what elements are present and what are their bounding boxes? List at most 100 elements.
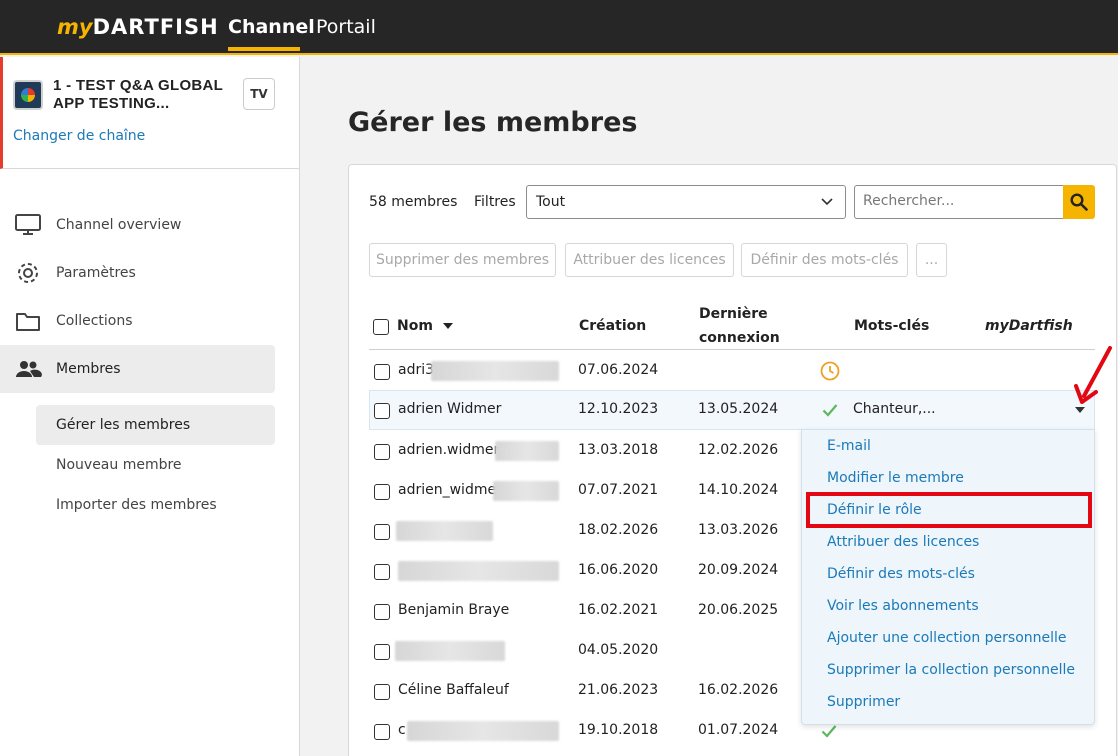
- folder-icon: [16, 313, 40, 331]
- member-created: 16.02.2021: [578, 602, 659, 618]
- redacted-name: [396, 521, 493, 541]
- row-checkbox[interactable]: [374, 444, 390, 460]
- member-name: Céline Baffaleuf: [398, 682, 509, 698]
- logo-dartfish: DARTFISH: [92, 15, 219, 39]
- change-channel-link[interactable]: Changer de chaîne: [13, 128, 145, 144]
- member-created: 07.06.2024: [578, 362, 659, 378]
- logo-my: my: [57, 15, 93, 39]
- member-created: 21.06.2023: [578, 682, 659, 698]
- member-last-login: 13.05.2024: [698, 401, 779, 417]
- member-name: c: [398, 722, 406, 738]
- check-icon: [821, 725, 837, 738]
- nav-channel[interactable]: Channel: [228, 16, 315, 38]
- row-checkbox[interactable]: [374, 364, 390, 380]
- red-arrow-annotation: [1074, 346, 1112, 404]
- sidebar-subitem-importer-membres[interactable]: Importer des membres: [36, 485, 275, 525]
- menu-item-assign-licenses[interactable]: Attribuer des licences: [827, 534, 979, 550]
- member-created: 13.03.2018: [578, 442, 659, 458]
- sidebar-item-membres[interactable]: Membres: [0, 345, 275, 393]
- sidebar-subitem-nouveau-membre[interactable]: Nouveau membre: [36, 445, 275, 485]
- row-checkbox[interactable]: [374, 403, 390, 419]
- chevron-down-icon: [821, 198, 833, 206]
- row-checkbox[interactable]: [374, 644, 390, 660]
- member-last-login: 13.03.2026: [698, 522, 779, 538]
- row-menu-caret-icon[interactable]: [1075, 407, 1085, 413]
- check-icon: [822, 404, 838, 417]
- row-checkbox[interactable]: [374, 724, 390, 740]
- channel-avatar: [13, 80, 43, 110]
- set-keywords-button[interactable]: Définir des mots-clés: [741, 243, 908, 277]
- member-name: adrien Widmer: [398, 401, 502, 417]
- people-icon: [16, 361, 42, 377]
- member-created: 12.10.2023: [578, 401, 659, 417]
- gear-icon: [18, 263, 38, 283]
- page-title: Gérer les membres: [348, 107, 638, 138]
- member-created: 07.07.2021: [578, 482, 659, 498]
- row-checkbox[interactable]: [374, 524, 390, 540]
- redacted-name: [398, 561, 559, 581]
- member-name: Benjamin Braye: [398, 602, 510, 618]
- header-divider: [369, 349, 1095, 350]
- menu-item-edit-member[interactable]: Modifier le membre: [827, 470, 964, 486]
- row-checkbox[interactable]: [374, 604, 390, 620]
- filters-label: Filtres: [474, 194, 516, 210]
- search-input[interactable]: [863, 186, 1058, 216]
- member-name: adri3: [398, 362, 435, 378]
- redacted-name: [495, 441, 559, 461]
- mydartfish-logo[interactable]: myDARTFISH: [57, 15, 219, 39]
- sidebar-item-collections[interactable]: Collections: [0, 297, 275, 345]
- highlight-box-annotation: [806, 492, 1092, 528]
- clock-icon: [820, 361, 840, 381]
- sort-desc-icon: [442, 323, 453, 329]
- member-keywords: Chanteur,...: [853, 401, 936, 417]
- select-all-checkbox[interactable]: [373, 319, 389, 335]
- member-last-login: 01.07.2024: [698, 722, 779, 738]
- row-checkbox[interactable]: [374, 684, 390, 700]
- channel-selector: 1 - TEST Q&A GLOBAL APP TESTING... TV Ch…: [0, 57, 299, 169]
- monitor-icon: [15, 214, 41, 235]
- sidebar-item-parametres[interactable]: Paramètres: [0, 249, 275, 297]
- menu-item-view-subscriptions[interactable]: Voir les abonnements: [827, 598, 979, 614]
- menu-item-email[interactable]: E-mail: [827, 438, 871, 454]
- redacted-name: [407, 721, 559, 741]
- row-checkbox[interactable]: [374, 484, 390, 500]
- assign-licenses-button[interactable]: Attribuer des licences: [565, 243, 734, 277]
- member-last-login: 14.10.2024: [698, 482, 779, 498]
- filter-select[interactable]: Tout: [526, 185, 846, 219]
- column-header-creation[interactable]: Création: [579, 314, 646, 338]
- search-icon: [1070, 193, 1088, 211]
- sidebar-item-label: Collections: [56, 313, 133, 329]
- menu-item-remove-personal-collection[interactable]: Supprimer la collection personnelle: [827, 662, 1075, 678]
- column-header-last-login-line2[interactable]: connexion: [699, 326, 780, 350]
- nav-channel-underline: [228, 47, 300, 51]
- more-actions-button[interactable]: ...: [916, 243, 947, 277]
- member-last-login: 20.06.2025: [698, 602, 779, 618]
- row-checkbox[interactable]: [374, 564, 390, 580]
- member-name: adrien_widme: [398, 482, 497, 498]
- sidebar-item-label: Membres: [56, 361, 121, 377]
- column-header-keywords: Mots-clés: [854, 318, 930, 334]
- sidebar-subitem-gerer-membres[interactable]: Gérer les membres: [36, 405, 275, 445]
- menu-item-delete[interactable]: Supprimer: [827, 694, 900, 710]
- nav-portail[interactable]: Portail: [316, 16, 376, 38]
- delete-members-button[interactable]: Supprimer des membres: [369, 243, 556, 277]
- redacted-name: [395, 641, 505, 661]
- table-row[interactable]: adri3 07.06.2024: [369, 351, 1095, 391]
- redacted-name: [493, 481, 559, 501]
- column-header-mydartfish: myDartfish: [985, 318, 1073, 334]
- channel-type-badge: TV: [243, 78, 275, 110]
- member-created: 19.10.2018: [578, 722, 659, 738]
- search-button[interactable]: [1063, 185, 1095, 219]
- column-header-name[interactable]: Nom: [397, 314, 454, 338]
- menu-item-set-keywords[interactable]: Définir des mots-clés: [827, 566, 975, 582]
- column-header-last-login-line1[interactable]: Dernière: [699, 302, 768, 326]
- table-row-selected[interactable]: adrien Widmer 12.10.2023 13.05.2024 Chan…: [369, 390, 1095, 430]
- channel-name: 1 - TEST Q&A GLOBAL APP TESTING...: [53, 77, 223, 112]
- menu-item-add-personal-collection[interactable]: Ajouter une collection personnelle: [827, 630, 1067, 646]
- redacted-name: [431, 361, 559, 381]
- member-last-login: 20.09.2024: [698, 562, 779, 578]
- member-last-login: 16.02.2026: [698, 682, 779, 698]
- sidebar-item-channel-overview[interactable]: Channel overview: [0, 201, 275, 249]
- member-created: 18.02.2026: [578, 522, 659, 538]
- member-actions-menu: E-mail Modifier le membre Définir le rôl…: [801, 429, 1095, 725]
